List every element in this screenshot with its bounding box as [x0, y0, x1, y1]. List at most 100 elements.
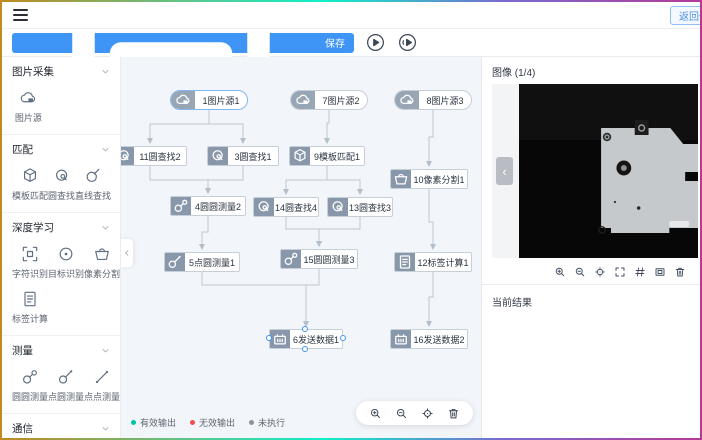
image-source-icon — [395, 91, 419, 109]
flow-node-label: 9模板匹配1 — [310, 147, 364, 165]
selection-handle[interactable] — [302, 326, 308, 332]
canvas-zoom-toolbar — [356, 401, 473, 425]
selection-handle[interactable] — [340, 335, 346, 341]
flow-node-6[interactable]: 6发送数据1 — [269, 329, 343, 349]
point-circle-measure-icon — [165, 253, 185, 271]
current-result-title: 当前结果 — [482, 285, 700, 318]
flow-node-7[interactable]: 7图片源2 — [290, 90, 368, 110]
section-header[interactable]: 测量 — [12, 343, 110, 358]
section-header[interactable]: 图片采集 — [12, 64, 110, 79]
tool-item-标签计算[interactable]: 标签计算 — [12, 289, 48, 325]
locate-icon[interactable] — [421, 407, 434, 420]
flow-canvas[interactable]: 有效输出 无效输出 未执行 1图片源1 7图片源2 8图片源3 11圆查找2 3圆查找1 9模… — [121, 57, 481, 438]
circle-find-icon — [254, 198, 274, 216]
trash-icon[interactable] — [674, 265, 686, 277]
section-items: 圆圆测量点圆测量点点测量 — [12, 367, 110, 403]
flow-node-label: 1图片源1 — [195, 91, 247, 109]
chevron-down-icon — [101, 346, 110, 355]
sidebar-section: 测量圆圆测量点圆测量点点测量 — [2, 336, 120, 414]
selection-handle[interactable] — [302, 346, 308, 352]
flow-node-label: 6发送数据1 — [290, 330, 342, 348]
flow-node-label: 14圆查找4 — [274, 198, 318, 216]
flow-node-13[interactable]: 13圆查找3 — [327, 197, 393, 217]
run-once-button[interactable] — [397, 32, 418, 53]
flow-node-5[interactable]: 5点圆测量1 — [164, 252, 240, 272]
tool-item-点圆测量[interactable]: 点圆测量 — [48, 367, 84, 403]
tool-item-模板匹配[interactable]: 模板匹配 — [12, 166, 48, 202]
flow-node-15[interactable]: 15圆圆测量3 — [280, 249, 358, 269]
locate-icon[interactable] — [594, 265, 606, 277]
grid-icon[interactable] — [634, 265, 646, 277]
hamburger-menu-icon[interactable] — [13, 9, 28, 21]
trash-icon[interactable] — [447, 407, 460, 420]
fit-icon[interactable] — [654, 265, 666, 277]
legend-label: 无效输出 — [199, 416, 235, 429]
template-match-icon — [290, 147, 310, 165]
flow-node-3[interactable]: 3圆查找1 — [207, 146, 279, 166]
flow-node-4[interactable]: 4圆圆测量2 — [170, 196, 246, 216]
point-point-measure-icon — [92, 367, 112, 387]
save-button[interactable]: 保存 — [12, 33, 354, 53]
line-find-icon — [83, 166, 103, 186]
circle-circle-measure-icon — [20, 367, 40, 387]
legend-item: 无效输出 — [190, 416, 235, 429]
send-data-icon — [391, 330, 411, 348]
tool-item-圆圆测量[interactable]: 圆圆测量 — [12, 367, 48, 403]
sidebar-section: 深度学习字符识别目标识别像素分割标签计算 — [2, 213, 120, 336]
back-to-lowcode-button[interactable]: 返回低代 — [670, 6, 700, 25]
main-body: 图片采集图片源匹配模板匹配圆查找直线查找深度学习字符识别目标识别像素分割标签计算… — [2, 57, 700, 438]
flow-node-8[interactable]: 8图片源3 — [394, 90, 472, 110]
flow-node-1[interactable]: 1图片源1 — [170, 90, 248, 110]
image-source-icon — [291, 91, 315, 109]
pixel-segment-icon — [391, 170, 411, 188]
tool-item-目标识别[interactable]: 目标识别 — [48, 244, 84, 280]
selection-handle[interactable] — [266, 335, 272, 341]
sidebar-collapse-handle[interactable] — [121, 239, 133, 267]
tool-sidebar: 图片采集图片源匹配模板匹配圆查找直线查找深度学习字符识别目标识别像素分割标签计算… — [2, 57, 121, 438]
fullscreen-icon[interactable] — [614, 265, 626, 277]
flow-node-12[interactable]: 12标签计算1 — [394, 252, 472, 272]
zoom-in-icon[interactable] — [369, 407, 382, 420]
circle-circle-measure-icon — [281, 250, 301, 268]
flow-node-label: 7图片源2 — [315, 91, 367, 109]
section-items: 模板匹配圆查找直线查找 — [12, 166, 110, 202]
previous-image-button[interactable]: ‹ — [496, 157, 513, 185]
section-title: 深度学习 — [12, 220, 54, 235]
section-header[interactable]: 通信 — [12, 421, 110, 436]
tool-item-图片源[interactable]: 图片源 — [12, 88, 45, 124]
send-data-icon — [270, 330, 290, 348]
image-panel-title: 图像 (1/4) — [482, 57, 700, 84]
tool-item-圆查找[interactable]: 圆查找 — [48, 166, 75, 202]
label-calc-icon — [20, 289, 40, 309]
legend-label: 有效输出 — [140, 416, 176, 429]
zoom-out-icon[interactable] — [395, 407, 408, 420]
section-title: 图片采集 — [12, 64, 54, 79]
legend-item: 未执行 — [249, 416, 285, 429]
flow-node-label: 8图片源3 — [419, 91, 471, 109]
section-header[interactable]: 深度学习 — [12, 220, 110, 235]
legend-dot — [131, 420, 136, 425]
tool-item-点点测量[interactable]: 点点测量 — [84, 367, 120, 403]
tool-item-label: 像素分割 — [84, 267, 120, 280]
ocr-icon — [20, 244, 40, 264]
zoom-in-icon[interactable] — [554, 265, 566, 277]
flow-node-label: 15圆圆测量3 — [301, 250, 357, 268]
section-header[interactable]: 匹配 — [12, 142, 110, 157]
zoom-out-icon[interactable] — [574, 265, 586, 277]
tool-item-label: 模板匹配 — [12, 189, 48, 202]
flow-node-11[interactable]: 11圆查找2 — [121, 146, 187, 166]
tool-item-像素分割[interactable]: 像素分割 — [84, 244, 120, 280]
label-calc-icon — [395, 253, 415, 271]
flow-node-16[interactable]: 16发送数据2 — [390, 329, 468, 349]
flow-node-10[interactable]: 10像素分割1 — [390, 169, 468, 189]
image-source-icon — [171, 91, 195, 109]
sidebar-section: 匹配模板匹配圆查找直线查找 — [2, 135, 120, 213]
section-title: 匹配 — [12, 142, 33, 157]
run-button[interactable] — [365, 32, 386, 53]
flow-node-14[interactable]: 14圆查找4 — [253, 197, 319, 217]
sidebar-section: 通信 — [2, 414, 120, 438]
tool-item-字符识别[interactable]: 字符识别 — [12, 244, 48, 280]
tool-item-直线查找[interactable]: 直线查找 — [75, 166, 111, 202]
flow-node-9[interactable]: 9模板匹配1 — [289, 146, 365, 166]
section-items: 图片源 — [12, 88, 110, 124]
